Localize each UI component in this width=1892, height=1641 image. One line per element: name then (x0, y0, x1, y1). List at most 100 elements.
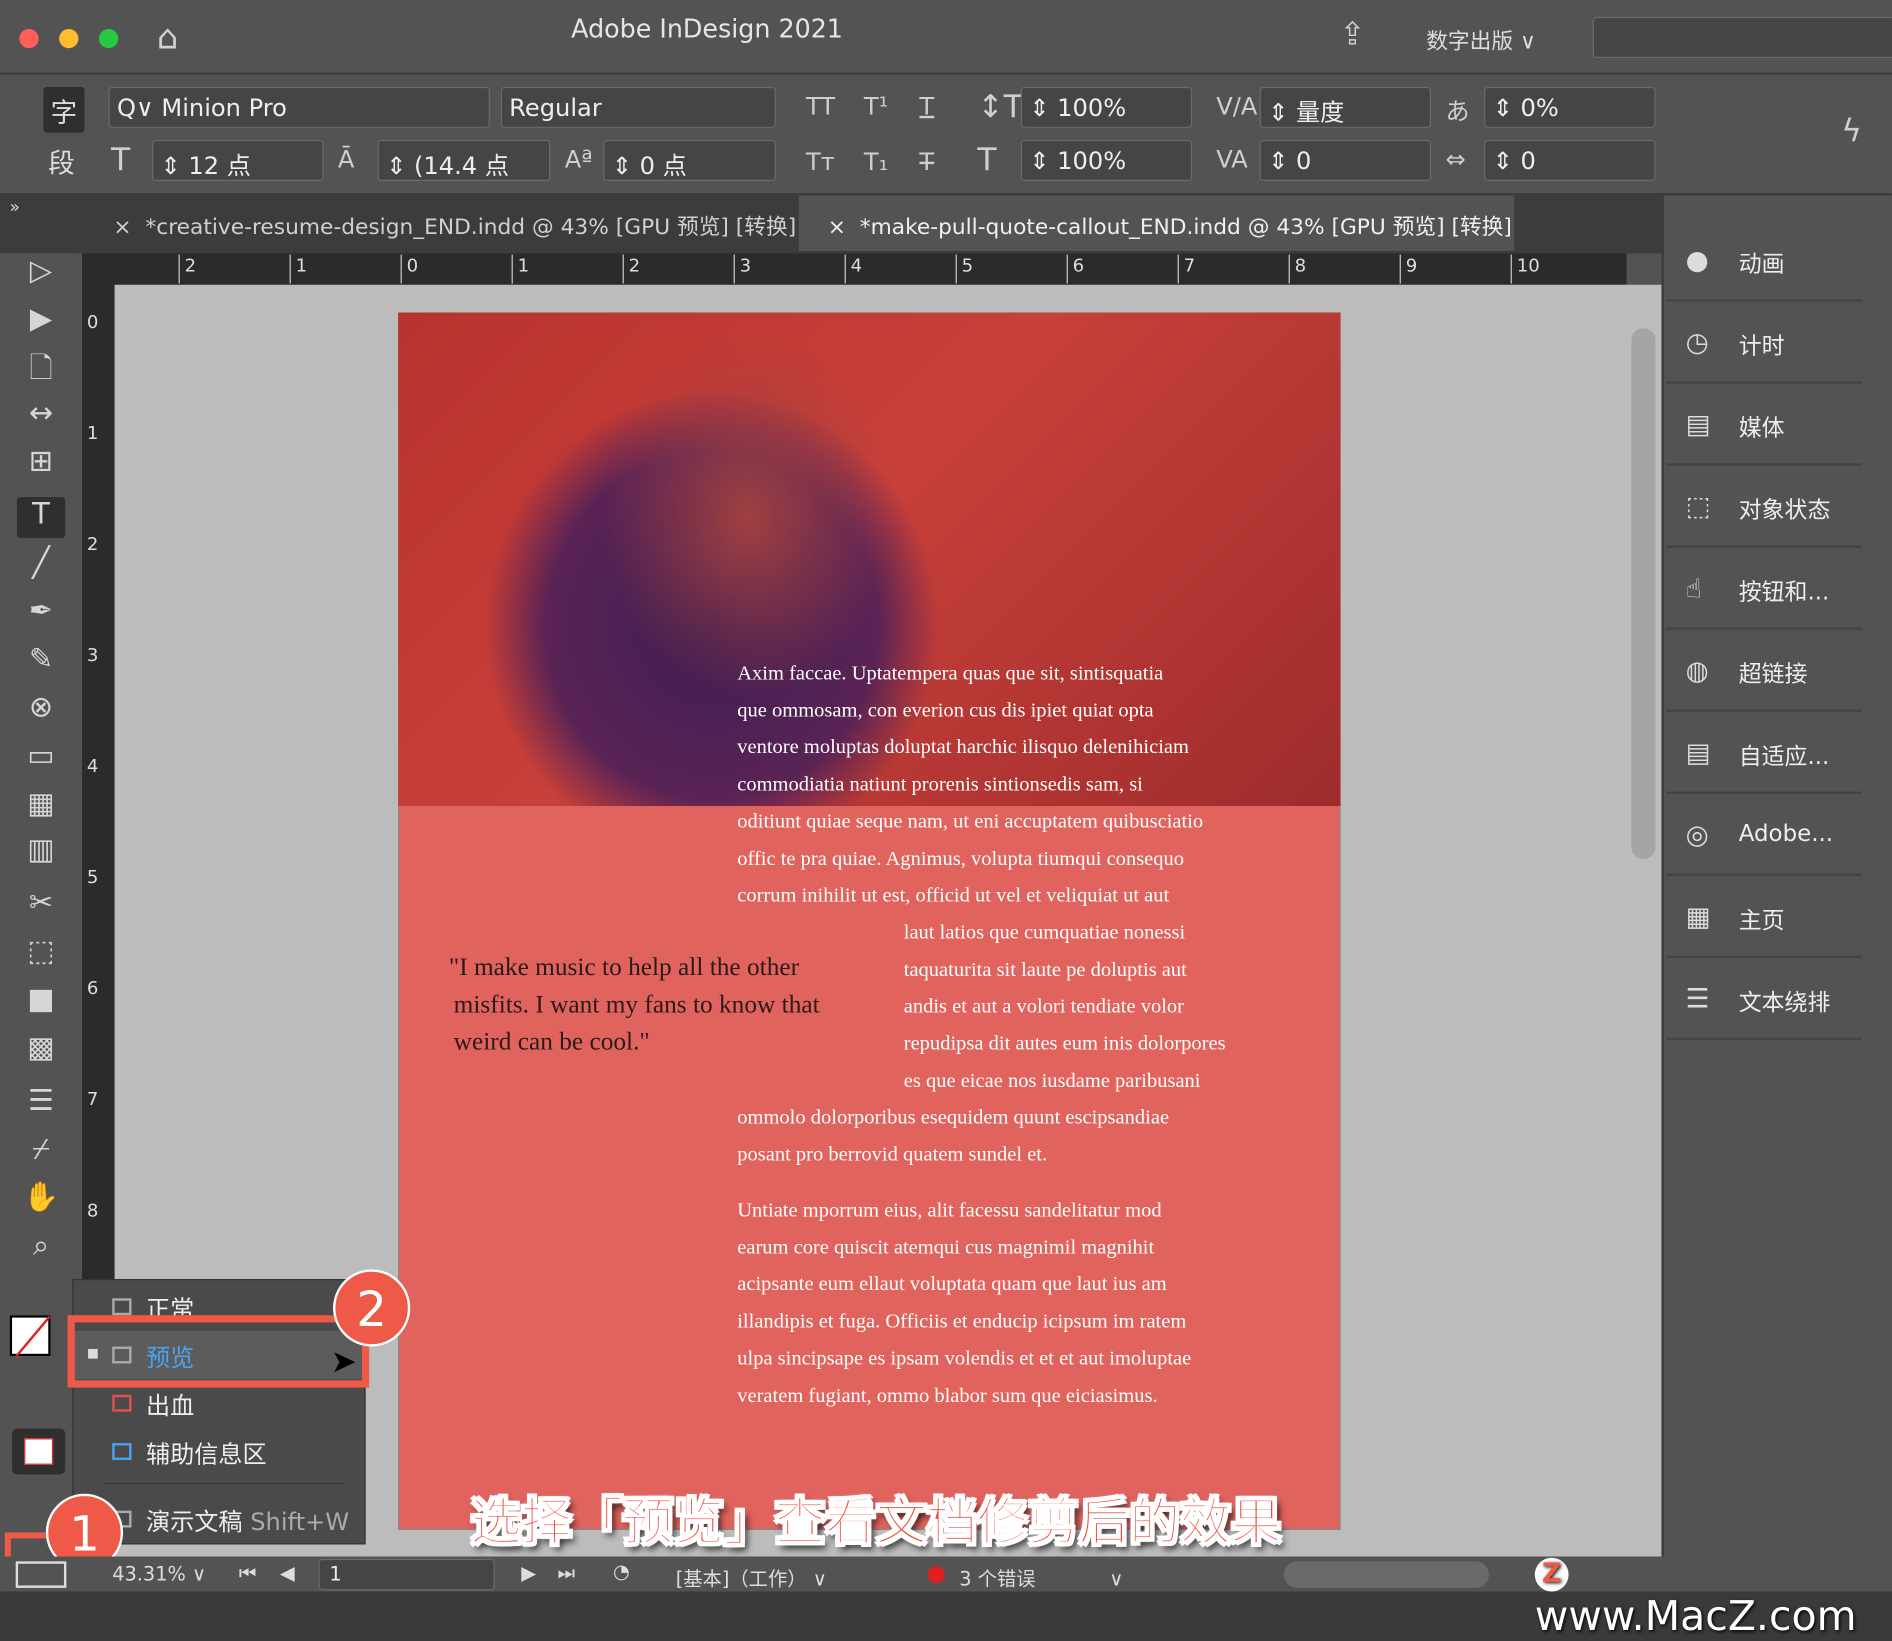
search-input[interactable] (1592, 16, 1892, 58)
panel-text-wrap[interactable]: ☰ 文本绕排 (1666, 958, 1862, 1041)
vertical-scale-field[interactable]: ⇕ 100% (1020, 86, 1193, 128)
font-style-value: Regular (509, 92, 602, 122)
leading-icon: Ā (337, 144, 355, 174)
vertical-scale-value: 100% (1057, 92, 1127, 122)
vertical-scrollbar[interactable] (1626, 284, 1662, 1557)
superscript-icon[interactable]: T¹ (864, 92, 888, 121)
note-tool-icon[interactable]: ☰ (17, 1084, 65, 1125)
hand-tool-icon[interactable]: ✋ (17, 1180, 65, 1221)
tracking-field[interactable]: ⇕ 0 (1259, 139, 1432, 181)
gap-tool-icon[interactable]: ↔ (17, 396, 65, 437)
adobe-icon: ◎ (1685, 820, 1709, 851)
rectangle-tool-icon[interactable]: ▭ (17, 738, 65, 779)
text-line: repudipsa dit autes eum inis dolorpores (903, 1031, 1226, 1055)
scrollbar-thumb[interactable] (1631, 328, 1656, 860)
zoom-tool-icon[interactable]: ⌕ (17, 1228, 65, 1269)
font-size-icon: T (111, 142, 131, 179)
panel-label: 主页 (1738, 907, 1785, 934)
gradient-swatch-tool-icon[interactable]: ■ (17, 982, 65, 1023)
horizontal-scale-value: 100% (1057, 145, 1127, 175)
quick-apply-icon[interactable]: ϟ (1841, 113, 1862, 149)
menu-item-label: 演示文稿 (145, 1507, 243, 1537)
share-icon[interactable]: ⇪ (1339, 17, 1365, 53)
kerning-field[interactable]: ⇕ 量度 (1259, 86, 1432, 128)
vertical-scale-icon: ↕T (977, 89, 1023, 126)
panel-label: 按钮和... (1738, 579, 1830, 606)
content-collector-icon[interactable]: ⊞ (17, 444, 65, 485)
apply-none-button[interactable] (12, 1428, 66, 1475)
horizontal-scale-field[interactable]: ⇕ 100% (1020, 139, 1193, 181)
panel-media[interactable]: ▤ 媒体 (1666, 384, 1862, 466)
pull-quote: "I make music to help all the other misfi… (449, 948, 820, 1060)
direct-selection-tool-icon[interactable]: ▶ (17, 302, 65, 343)
tab-label: *creative-resume-design_END.indd @ 43% [… (145, 214, 797, 241)
preflight-icon[interactable]: ◔ (613, 1560, 630, 1583)
panel-object-states[interactable]: ⬚ 对象状态 (1666, 466, 1862, 548)
all-caps-icon[interactable]: TT (806, 92, 835, 121)
grid-tracking-field[interactable]: ⇕ 0 (1484, 139, 1656, 181)
watermark-text: www.MacZ.com (1534, 1592, 1857, 1641)
ruler-tick-label: 3 (86, 644, 99, 667)
grid-tracking-icon: ⇔ (1445, 144, 1466, 174)
preflight-errors[interactable]: 3 个错误 ∨ (959, 1563, 1123, 1592)
type-tool-icon[interactable]: T (16, 497, 66, 539)
scissors-tool-icon[interactable]: ✂ (17, 886, 65, 927)
panel-label: 自适应... (1738, 743, 1830, 770)
menu-divider (102, 1482, 344, 1485)
table-tool-icon[interactable]: ▦ (17, 787, 65, 828)
strikethrough-icon[interactable]: T (919, 147, 934, 176)
panel-buttons[interactable]: ☝ 按钮和... (1666, 548, 1862, 630)
character-mode-button[interactable]: 字 (43, 86, 85, 133)
zoom-level-select[interactable]: 43.31% ∨ (112, 1563, 206, 1586)
screen-mode-button[interactable] (15, 1561, 67, 1588)
eyedropper-tool-icon[interactable]: ⌿ (17, 1132, 65, 1173)
tab-pull-quote[interactable]: × *make-pull-quote-callout_END.indd @ 43… (798, 195, 1515, 251)
text-line: corrum inihilit ut est, officid ut vel e… (737, 883, 1170, 907)
pencil-tool-icon[interactable]: ✎ (17, 642, 65, 683)
last-page-button[interactable]: ⏭ (557, 1561, 574, 1585)
expand-toolbar-icon[interactable]: » (10, 198, 20, 217)
line-tool-icon[interactable]: ╱ (17, 545, 65, 586)
pen-tool-icon[interactable]: ✒ (17, 594, 65, 635)
panel-adobe[interactable]: ◎ Adobe... (1666, 794, 1862, 876)
menu-item-slug[interactable]: 辅助信息区 (74, 1427, 367, 1475)
tsume-field[interactable]: ⇕ 0% (1484, 86, 1656, 128)
first-page-button[interactable]: ⏮ (239, 1561, 256, 1585)
baseline-shift-field[interactable]: ⇕ 0 点 (603, 139, 776, 181)
panel-hyperlinks[interactable]: ◍ 超链接 (1666, 630, 1862, 712)
font-style-select[interactable]: Regular (500, 86, 776, 128)
kerning-icon: V/A (1216, 91, 1258, 121)
panel-liquid-layout[interactable]: ▤ 自适应... (1666, 712, 1862, 794)
horizontal-ruler[interactable]: 2 1 0 1 2 3 4 5 6 7 8 9 10 (82, 253, 1627, 285)
panel-pages[interactable]: ▦ 主页 (1666, 876, 1862, 959)
grid-tool-icon[interactable]: ▥ (17, 833, 65, 874)
workspace-switcher[interactable]: 数字出版 ∨ (1426, 24, 1536, 55)
next-page-button[interactable]: ▶ (521, 1561, 536, 1584)
tab-label: *make-pull-quote-callout_END.indd @ 43% … (859, 214, 1512, 241)
panel-animation[interactable]: ● 动画 (1666, 220, 1862, 302)
object-states-icon: ⬚ (1685, 492, 1711, 523)
text-line: misfits. I want my fans to know that (453, 989, 820, 1019)
step-badge-2: 2 (333, 1269, 411, 1347)
panel-timer[interactable]: ◷ 计时 (1666, 302, 1862, 384)
free-transform-tool-icon[interactable]: ⬚ (17, 934, 65, 975)
tab-creative-resume[interactable]: × *creative-resume-design_END.indd @ 43%… (84, 195, 797, 251)
subscript-icon[interactable]: T₁ (864, 147, 888, 176)
page-number-field[interactable]: 1 (318, 1558, 495, 1591)
font-size-field[interactable]: ⇕ 12 点 (152, 139, 324, 181)
preflight-profile-select[interactable]: [基本]（工作） ∨ (676, 1563, 827, 1592)
rectangle-frame-tool-icon[interactable]: ⊗ (17, 690, 65, 731)
underline-icon[interactable]: T (919, 92, 934, 121)
selection-tool-icon[interactable]: ▷ (17, 253, 65, 294)
font-family-select[interactable]: Q∨ Minion Pro (108, 86, 490, 128)
previous-page-button[interactable]: ◀ (280, 1561, 295, 1584)
page-tool-icon[interactable]: 🗋 (17, 348, 65, 389)
small-caps-icon[interactable]: Tт (806, 147, 835, 176)
kerning-value: 量度 (1296, 97, 1345, 127)
gradient-feather-tool-icon[interactable]: ▩ (17, 1030, 65, 1071)
leading-field[interactable]: ⇕ (14.4 点 (377, 139, 551, 181)
title-bar: ⌂ Adobe InDesign 2021 ⇪ 数字出版 ∨ (0, 0, 1892, 75)
fill-stroke-swatch[interactable] (9, 1315, 51, 1359)
paragraph-mode-button[interactable]: 段 (48, 142, 75, 181)
horizontal-scrollbar[interactable] (1283, 1561, 1489, 1588)
